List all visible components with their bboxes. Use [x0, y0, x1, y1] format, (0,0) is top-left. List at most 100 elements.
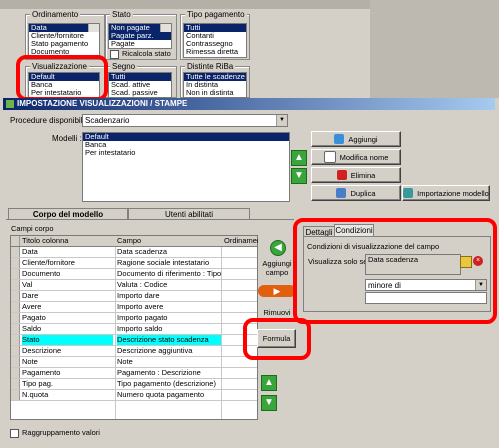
list-item[interactable]: Default	[83, 133, 289, 141]
importazione-modello-button[interactable]: Importazione modello	[402, 185, 490, 201]
segno-list[interactable]: Tutti Scad. attive Scad. passive	[108, 72, 172, 98]
field-up-icon[interactable]: ▲	[261, 375, 277, 391]
table-row[interactable]: Avere Importo avere	[11, 302, 257, 313]
distinte-riba-list[interactable]: Tutte le scadenze In distinta Non in dis…	[183, 72, 247, 98]
row-indicator[interactable]	[11, 280, 20, 290]
chevron-down-icon[interactable]: ▼	[276, 115, 287, 126]
cell-campo[interactable]: Valuta : Codice	[117, 280, 221, 290]
cell-campo[interactable]: Note	[117, 357, 221, 367]
cell-campo[interactable]: Descrizione stato scadenza	[117, 335, 221, 345]
row-indicator[interactable]	[11, 258, 20, 268]
table-row[interactable]: Note Note	[11, 357, 257, 368]
checkbox-box[interactable]	[10, 428, 19, 438]
cell-titolo[interactable]: Pagamento	[22, 368, 113, 378]
ordinamento-group: Ordinamento Data Cliente/fornitore Stato…	[25, 10, 105, 60]
cell-titolo[interactable]: Documento	[22, 269, 113, 279]
row-indicator[interactable]	[11, 368, 20, 378]
table-row[interactable]: N.quota Numero quota pagamento	[11, 390, 257, 401]
row-indicator[interactable]	[11, 346, 20, 356]
tipo-pagamento-title: Tipo pagamento	[185, 10, 247, 19]
background-empty-area	[370, 0, 499, 98]
add-field-icon[interactable]: ◀	[270, 240, 286, 256]
cell-campo[interactable]: Ragione sociale intestatario	[117, 258, 221, 268]
scrollbar[interactable]	[88, 24, 99, 32]
field-down-icon[interactable]: ▼	[261, 395, 277, 411]
row-indicator[interactable]	[11, 269, 20, 279]
cell-titolo[interactable]: N.quota	[22, 390, 113, 400]
header-campo[interactable]: Campo	[117, 236, 221, 246]
row-indicator[interactable]	[11, 357, 20, 367]
remove-field-icon[interactable]: ▶	[258, 285, 296, 297]
annotation-highlight	[243, 318, 311, 360]
table-row[interactable]: Pagato Importo pagato	[11, 313, 257, 324]
cell-campo[interactable]: Data scadenza	[117, 247, 221, 257]
cell-titolo[interactable]: Descrizione	[22, 346, 113, 356]
ordinamento-list[interactable]: Data Cliente/fornitore Stato pagamento D…	[28, 23, 100, 58]
cell-titolo[interactable]: Tipo pag.	[22, 379, 113, 389]
scrollbar[interactable]	[160, 24, 171, 32]
table-row[interactable]: Val Valuta : Codice	[11, 280, 257, 291]
row-indicator[interactable]	[11, 379, 20, 389]
list-item[interactable]: Non in distinta	[184, 89, 246, 97]
row-indicator[interactable]	[11, 324, 20, 334]
procedure-select[interactable]: Scadenzario ▼	[82, 114, 288, 127]
cell-titolo[interactable]: Note	[22, 357, 113, 367]
tipo-pagamento-list[interactable]: Tutti Contanti Contrassegno Rimessa dire…	[183, 23, 247, 58]
checkbox-box[interactable]	[110, 49, 119, 59]
row-indicator[interactable]	[11, 313, 20, 323]
cell-titolo[interactable]: Val	[22, 280, 113, 290]
move-up-icon[interactable]: ▲	[291, 150, 307, 166]
add-icon	[334, 134, 345, 144]
cell-titolo[interactable]: Saldo	[22, 324, 113, 334]
cell-titolo[interactable]: Avere	[22, 302, 113, 312]
stato-list[interactable]: Non pagate Pagate parz. Pagate	[108, 23, 172, 49]
table-row[interactable]: Cliente/fornitore Ragione sociale intesta…	[11, 258, 257, 269]
table-row[interactable]: Data Data scadenza	[11, 247, 257, 258]
table-row[interactable]: Dare Importo dare	[11, 291, 257, 302]
list-item[interactable]: Scad. passive	[109, 89, 171, 97]
aggiungi-button[interactable]: Aggiungi	[311, 131, 401, 147]
row-indicator[interactable]	[11, 291, 20, 301]
cell-campo[interactable]: Tipo pagamento (descrizione)	[117, 379, 221, 389]
campi-grid[interactable]: Titolo colonna Campo Ordinamento DataDat…	[10, 235, 258, 420]
row-indicator[interactable]	[11, 390, 20, 400]
dialog-titlebar[interactable]: IMPOSTAZIONE VISUALIZZAZIONI / STAMPE	[3, 98, 495, 110]
cell-campo[interactable]: Documento di riferimento : Tipo,...	[117, 269, 221, 279]
table-row[interactable]: Tipo pag. Tipo pagamento (descrizione)	[11, 379, 257, 390]
cell-campo[interactable]: Importo saldo	[117, 324, 221, 334]
table-row[interactable]: Pagamento Pagamento : Descrizione	[11, 368, 257, 379]
cell-campo[interactable]: Pagamento : Descrizione	[117, 368, 221, 378]
rimuovi-button[interactable]: Rimuovi	[258, 308, 296, 317]
cell-titolo[interactable]: Pagato	[22, 313, 113, 323]
cell-titolo[interactable]: Data	[22, 247, 113, 257]
row-indicator[interactable]	[11, 335, 20, 345]
list-item[interactable]: Per intestatario	[83, 149, 289, 157]
ricalcola-checkbox[interactable]: Ricalcola stato	[110, 49, 171, 59]
table-row[interactable]: Saldo Importo saldo	[11, 324, 257, 335]
table-row[interactable]: Documento Documento di riferimento : Tipo…	[11, 269, 257, 280]
move-down-icon[interactable]: ▼	[291, 168, 307, 184]
cell-titolo[interactable]: Stato	[22, 335, 113, 345]
list-item[interactable]: Rimessa diretta	[184, 48, 246, 56]
header-titolo[interactable]: Titolo colonna	[22, 236, 113, 246]
cell-campo[interactable]: Numero quota pagamento	[117, 390, 221, 400]
table-row[interactable]: Descrizione Descrizione aggiuntiva	[11, 346, 257, 357]
cell-campo[interactable]: Descrizione aggiuntiva	[117, 346, 221, 356]
header-ordinamento[interactable]: Ordinamento	[224, 236, 258, 246]
row-indicator[interactable]	[11, 302, 20, 312]
cell-campo[interactable]: Importo pagato	[117, 313, 221, 323]
list-item[interactable]: Pagate	[109, 40, 171, 48]
checkbox-label: Ricalcola stato	[122, 49, 171, 58]
cell-titolo[interactable]: Dare	[22, 291, 113, 301]
duplica-button[interactable]: Duplica	[311, 185, 401, 201]
cell-campo[interactable]: Importo avere	[117, 302, 221, 312]
modifica-nome-button[interactable]: Modifica nome	[311, 149, 401, 165]
aggiungi-campo-button[interactable]: Aggiungi campo	[258, 259, 296, 277]
row-indicator[interactable]	[11, 247, 20, 257]
cell-campo[interactable]: Importo dare	[117, 291, 221, 301]
modelli-list[interactable]: Default Banca Per intestatario	[82, 132, 290, 202]
cell-titolo[interactable]: Cliente/fornitore	[22, 258, 113, 268]
raggruppamento-checkbox[interactable]: Raggruppamento valori	[10, 428, 100, 438]
table-row[interactable]: Stato Descrizione stato scadenza	[11, 335, 257, 346]
elimina-button[interactable]: Elimina	[311, 167, 401, 183]
